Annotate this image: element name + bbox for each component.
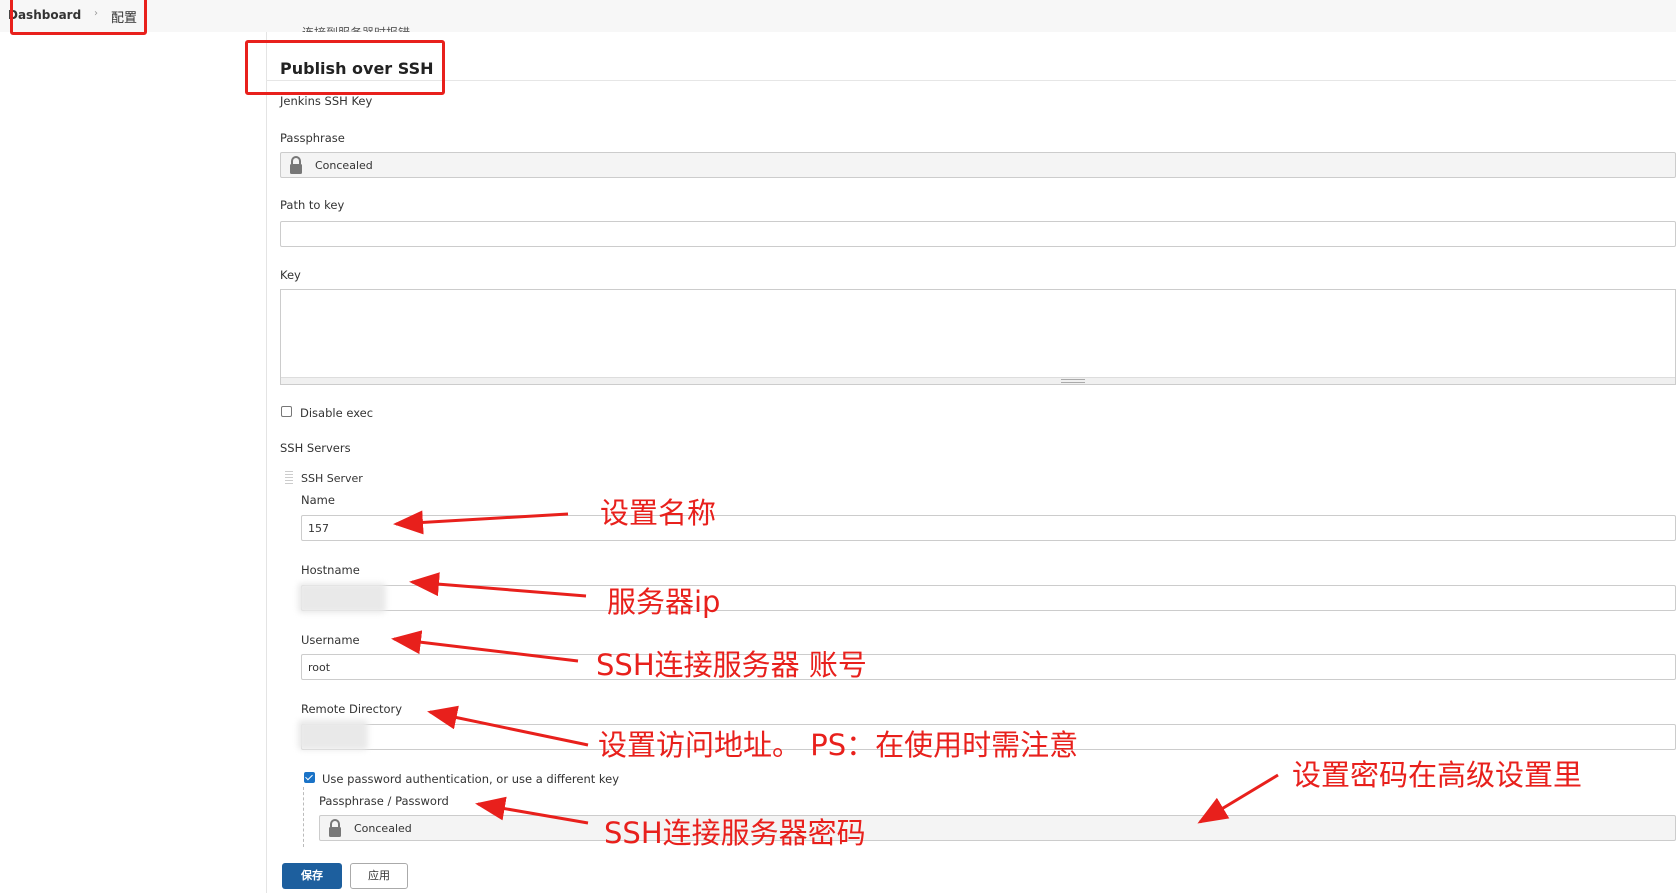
arrow-to-hostname — [409, 572, 587, 598]
arrow-to-name — [393, 510, 569, 535]
annotation-advanced: 设置密码在高级设置里 — [1292, 758, 1583, 792]
arrow-to-username — [391, 630, 579, 663]
arrow-to-remote-directory — [427, 705, 589, 747]
annotation-account: SSH连接服务器 账号 — [596, 648, 867, 682]
annotation-server-ip: 服务器ip — [607, 585, 721, 619]
arrow-to-advanced — [1197, 773, 1279, 824]
annotation-remote-dir: 设置访问地址。 PS：在使用时需注意 — [598, 728, 1079, 762]
arrow-to-password — [475, 796, 589, 825]
annotation-name: 设置名称 — [600, 496, 717, 530]
annotation-password: SSH连接服务器密码 — [604, 816, 866, 850]
